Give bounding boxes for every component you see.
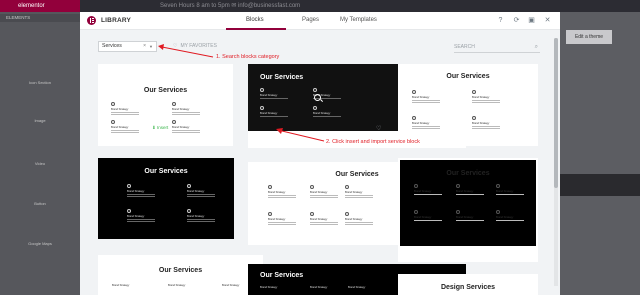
tab-my-templates[interactable]: My Templates [340,17,377,23]
library-modal: LIBRARY Blocks Pages My Templates ? ⟳ ▣ … [80,12,560,295]
clear-icon[interactable]: × [143,42,146,51]
site-topbar: Seven Hours 8 am to 5pm ✉ info@businessf… [80,0,640,12]
favorite-heart-icon[interactable]: ♡ [376,125,381,132]
card-title: Our Services [446,73,490,80]
preview-zoom-icon[interactable] [314,94,321,101]
widget-google-maps[interactable]: Google Maps [23,223,57,251]
annotation-step1: 1. Search blocks category [216,54,280,60]
library-title: LIBRARY [101,17,132,24]
tab-blocks[interactable]: Blocks [246,17,264,23]
category-select[interactable]: Services × ▼ [98,41,157,52]
widget-video[interactable]: Video [23,143,57,171]
edit-theme-button[interactable]: Edit a theme [566,30,612,44]
panel-category: ELEMENTS [0,14,80,22]
heart-icon: ♡ [173,43,178,49]
card-title: Our Services [446,170,490,177]
block-card[interactable]: Our Services Brand Strategy Brand Strate… [398,158,538,262]
library-header: LIBRARY Blocks Pages My Templates ? ⟳ ▣ … [80,12,560,30]
help-icon[interactable]: ? [496,16,505,25]
search-placeholder: SEARCH [454,44,475,50]
chevron-down-icon[interactable]: ▼ [149,42,153,51]
editor-panel: elementor ELEMENTS Icon Section Image Vi… [0,0,80,295]
tab-pages[interactable]: Pages [302,17,319,23]
annotation-step2: 2. Click insert and import service block [326,139,420,145]
close-icon[interactable]: ✕ [543,16,552,25]
card-title: Design Services [440,284,496,291]
widget-image[interactable]: Image [23,100,57,128]
block-card[interactable]: Our Services Brand Strategy Brand Strate… [398,64,538,146]
block-card[interactable]: Our Services Brand Strategy Brand Strate… [98,255,263,295]
widget-icon-section[interactable]: Icon Section [23,62,57,90]
scrollbar-thumb[interactable] [554,38,558,188]
insert-label: Insert [157,125,169,130]
widget-button[interactable]: Button [23,183,57,211]
block-card[interactable]: Our Services Brand Strategy Brand Strate… [98,64,233,146]
search-icon: ⌕ [534,44,538,50]
my-favorites-filter[interactable]: ♡ MY FAVORITES [173,43,217,49]
card-title: Our Services [158,267,203,274]
active-tab-indicator [226,28,286,30]
preview-dark-strip [560,174,640,196]
favorites-label: MY FAVORITES [180,43,217,49]
block-card[interactable]: Design Services [398,274,538,295]
insert-button[interactable]: ⬇ Insert [152,125,168,131]
card-title: Our Services [144,168,188,175]
card-title: Our Services [143,87,188,94]
category-select-value: Services [102,43,122,49]
elementor-logo-icon [87,16,96,25]
save-icon[interactable]: ▣ [527,16,536,25]
search-input[interactable]: SEARCH ⌕ [454,41,540,53]
scrollbar[interactable] [554,38,558,286]
panel-header: elementor [0,0,80,12]
page-preview: Edit a theme [560,12,640,295]
sync-icon[interactable]: ⟳ [512,16,521,25]
block-card[interactable]: Our Services Brand Strategy Brand Strate… [98,158,234,239]
